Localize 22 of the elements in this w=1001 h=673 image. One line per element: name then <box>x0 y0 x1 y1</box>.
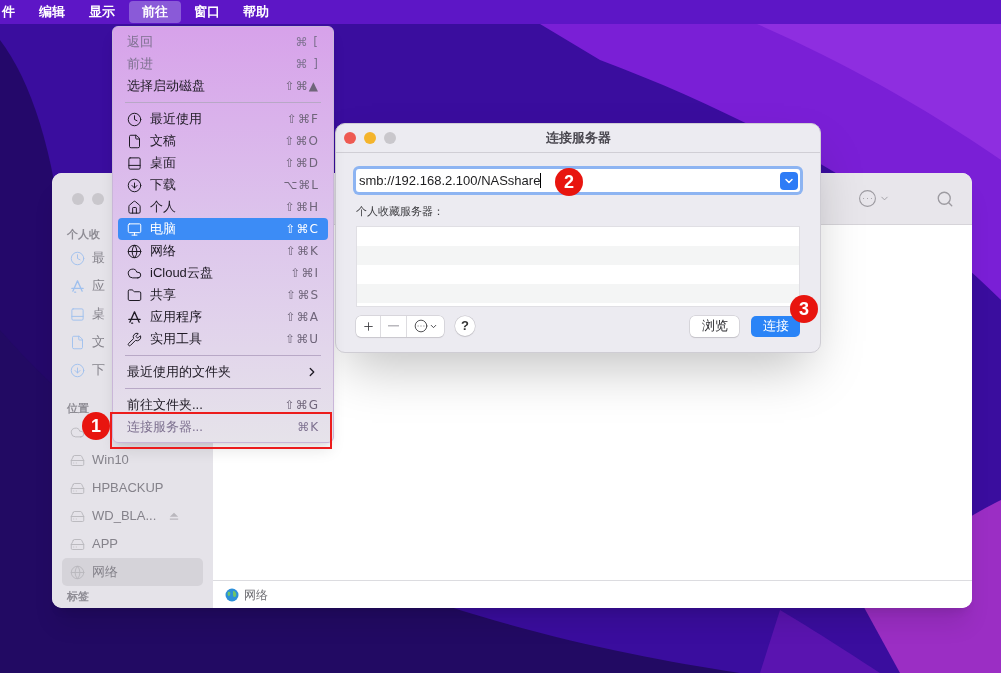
shortcut: ⌘ ] <box>295 56 319 73</box>
shortcut: ⇧⌘I <box>290 265 319 282</box>
shortcut: ⇧⌘K <box>286 243 319 260</box>
shortcut: ⇧⌘O <box>284 133 319 150</box>
shortcut: ⇧⌘A <box>285 309 319 326</box>
shortcut: ⌘K <box>297 419 319 436</box>
sidebar-heading: 标签 <box>67 588 89 604</box>
shortcut: ⇧⌘G <box>284 397 319 414</box>
sidebar-heading: 个人收 <box>67 226 100 242</box>
shortcut: ⇧⌘▲ <box>284 78 319 95</box>
path-label: 网络 <box>244 586 268 604</box>
shortcut: ⇧⌘F <box>287 111 319 128</box>
shortcut: ⇧⌘S <box>286 287 319 304</box>
shortcut: ⇧⌘H <box>284 199 319 216</box>
shortcut: ⇧⌘C <box>285 221 319 238</box>
shortcut: ⇧⌘D <box>284 155 319 172</box>
shortcut: ⌘ [ <box>295 34 319 51</box>
step-badge: 3 <box>790 295 818 323</box>
list-label: 个人收藏服务器： <box>356 204 445 219</box>
window-title: 连接服务器 <box>545 129 611 148</box>
shortcut: ⇧⌘U <box>285 331 319 348</box>
shortcut: ⌥⌘L <box>283 177 319 194</box>
